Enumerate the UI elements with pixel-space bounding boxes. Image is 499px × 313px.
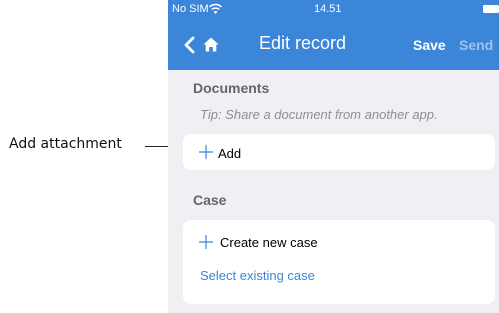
page-title: Edit record — [259, 33, 347, 53]
select-existing-case-link[interactable]: Select existing case — [200, 268, 315, 283]
case-card: Create new case Select existing case — [183, 220, 495, 304]
wifi-icon — [209, 3, 222, 14]
status-time: 14.51 — [314, 3, 342, 15]
plus-icon — [199, 145, 213, 159]
documents-section-title: Documents — [193, 80, 270, 96]
nav-bar: Edit record Save Send — [168, 20, 499, 70]
battery-icon — [483, 5, 499, 13]
home-icon[interactable] — [203, 37, 219, 52]
add-attachment-button[interactable]: Add — [183, 134, 495, 170]
add-attachment-label: Add — [218, 146, 242, 161]
case-section-title: Case — [193, 192, 227, 208]
status-carrier: No SIM — [172, 3, 209, 15]
documents-card: Add — [183, 134, 495, 170]
send-button[interactable]: Send — [459, 37, 493, 53]
create-new-case-button[interactable]: Create new case — [183, 228, 495, 256]
create-new-case-label: Create new case — [220, 235, 318, 250]
phone-screen: No SIM 14.51 Edit record Save Send Docum… — [168, 0, 499, 313]
back-icon[interactable] — [182, 36, 196, 54]
documents-tip: Tip: Share a document from another app. — [200, 107, 438, 122]
save-button[interactable]: Save — [413, 37, 446, 53]
plus-icon — [199, 235, 213, 249]
callout-label: Add attachment — [9, 136, 122, 152]
status-bar: No SIM 14.51 — [168, 0, 499, 20]
